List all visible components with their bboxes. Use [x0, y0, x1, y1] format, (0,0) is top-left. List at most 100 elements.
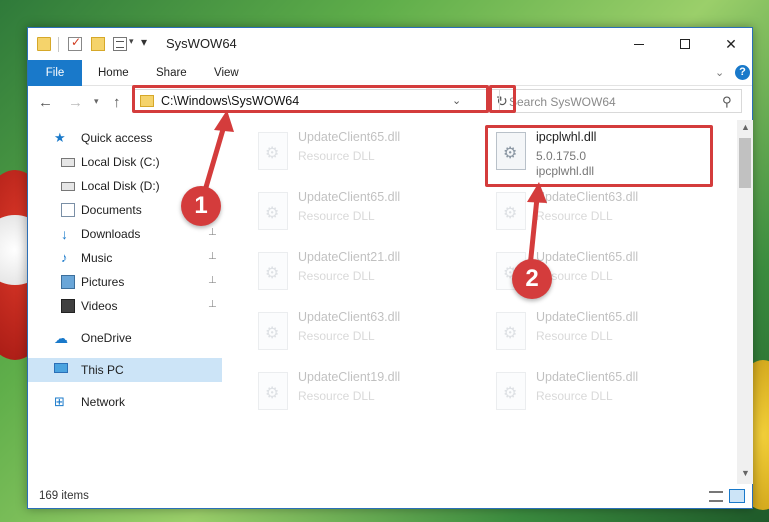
sidebar-item-label: Pictures	[81, 275, 125, 289]
expand-ribbon-icon[interactable]: ⌄	[715, 66, 724, 79]
dll-file-icon	[496, 372, 526, 410]
ribbon-tabs: File Home Share View ⌄ ?	[28, 60, 752, 86]
file-item[interactable]: UpdateClient63.dll Resource DLL	[488, 184, 708, 240]
forward-arrow-icon[interactable]: →	[68, 94, 83, 111]
file-name: UpdateClient63.dll	[536, 190, 639, 204]
properties-icon[interactable]	[113, 37, 127, 51]
file-explorer-window: ▾ ▾ SysWOW64 ✕ File Home Share View ⌄ ? …	[27, 27, 753, 509]
pictures-icon	[61, 275, 75, 289]
file-highlight-box	[485, 125, 713, 187]
sidebar-item-label: This PC	[81, 363, 124, 377]
file-item[interactable]: UpdateClient65.dll Resource DLL	[488, 304, 708, 360]
recent-locations-icon[interactable]: ▾	[94, 96, 99, 107]
file-item[interactable]: UpdateClient65.dll Resource DLL	[488, 364, 708, 420]
sidebar-item-label: OneDrive	[81, 331, 132, 345]
navigation-pane: ★ Quick access Local Disk (C:) Local Dis…	[28, 124, 222, 484]
step-2-callout: 2	[512, 259, 552, 299]
maximize-icon	[680, 39, 690, 49]
new-folder-icon[interactable]	[91, 37, 105, 51]
documents-icon	[61, 203, 75, 217]
file-item[interactable]: UpdateClient19.dll Resource DLL	[250, 364, 470, 420]
file-type: Resource DLL	[536, 389, 613, 403]
scroll-up-icon[interactable]: ▲	[741, 122, 750, 132]
folder-icon	[37, 37, 51, 51]
sidebar-item-quick-access[interactable]: ★ Quick access	[28, 126, 222, 150]
file-item[interactable]: UpdateClient21.dll Resource DLL	[250, 244, 470, 300]
sidebar-item-label: Music	[81, 251, 113, 265]
sidebar-item-onedrive[interactable]: ☁ OneDrive	[28, 326, 222, 350]
tab-share[interactable]: Share	[156, 60, 187, 86]
file-type: Resource DLL	[536, 329, 613, 343]
network-icon: ⊞	[54, 394, 65, 409]
sidebar-item-label: Local Disk (C:)	[81, 155, 160, 169]
tab-file[interactable]: File	[28, 60, 82, 86]
file-type: Resource DLL	[298, 269, 375, 283]
pin-icon[interactable]: ⊥	[208, 251, 217, 262]
toolbar-divider	[58, 37, 59, 52]
pin-icon[interactable]: ⊥	[208, 275, 217, 286]
vertical-scrollbar[interactable]: ▲ ▼	[737, 120, 753, 484]
this-pc-icon	[54, 363, 68, 373]
title-bar: ▾ ▾ SysWOW64 ✕	[28, 28, 752, 60]
sidebar-item-music[interactable]: ♪ Music ⊥	[28, 246, 222, 270]
sidebar-item-downloads[interactable]: ↓ Downloads ⊥	[28, 222, 222, 246]
address-highlight-box	[132, 85, 489, 113]
file-item[interactable]: UpdateClient63.dll Resource DLL	[250, 304, 470, 360]
up-arrow-icon[interactable]: ↑	[113, 94, 121, 111]
maximize-button[interactable]	[662, 28, 708, 60]
scroll-down-icon[interactable]: ▼	[741, 468, 750, 478]
details-view-icon[interactable]	[709, 491, 723, 502]
sidebar-item-pictures[interactable]: Pictures ⊥	[28, 270, 222, 294]
dll-file-icon	[496, 312, 526, 350]
dll-file-icon	[258, 132, 288, 170]
sidebar-item-videos[interactable]: Videos ⊥	[28, 294, 222, 318]
drive-icon	[61, 158, 75, 167]
file-item[interactable]: UpdateClient65.dll Resource DLL	[250, 124, 470, 180]
star-icon: ★	[54, 130, 66, 145]
properties-check-icon[interactable]	[68, 35, 82, 51]
dll-file-icon	[496, 192, 526, 230]
search-icon[interactable]: ⚲	[722, 94, 732, 110]
file-type: Resource DLL	[298, 149, 375, 163]
file-type: Resource DLL	[298, 209, 375, 223]
tab-home[interactable]: Home	[98, 60, 129, 86]
pin-icon[interactable]: ⊥	[208, 299, 217, 310]
onedrive-icon: ☁	[54, 330, 68, 346]
file-name: UpdateClient65.dll	[298, 130, 401, 144]
sidebar-item-label: Videos	[81, 299, 118, 313]
dll-file-icon	[258, 252, 288, 290]
music-icon: ♪	[61, 250, 68, 265]
file-name: UpdateClient65.dll	[536, 250, 639, 264]
sidebar-item-network[interactable]: ⊞ Network	[28, 390, 222, 414]
sidebar-item-this-pc[interactable]: This PC	[28, 358, 222, 382]
large-icons-view-icon[interactable]	[729, 489, 745, 503]
file-name: UpdateClient19.dll	[298, 370, 401, 384]
file-name: UpdateClient65.dll	[536, 310, 639, 324]
step-1-callout: 1	[181, 186, 221, 226]
sidebar-item-label: Network	[81, 395, 126, 409]
window-title: SysWOW64	[166, 36, 237, 51]
file-type: Resource DLL	[298, 329, 375, 343]
file-name: UpdateClient63.dll	[298, 310, 401, 324]
close-button[interactable]: ✕	[708, 28, 754, 60]
sidebar-item-local-disk-c[interactable]: Local Disk (C:)	[28, 150, 222, 174]
drive-icon	[61, 182, 75, 191]
back-arrow-icon[interactable]: ←	[38, 94, 53, 111]
file-item[interactable]: UpdateClient65.dll Resource DLL	[250, 184, 470, 240]
search-input[interactable]: Search SysWOW64 ⚲	[499, 89, 742, 113]
pin-icon[interactable]: ⊥	[208, 227, 217, 238]
search-placeholder: Search SysWOW64	[509, 95, 616, 109]
sidebar-item-label: Quick access	[81, 131, 153, 145]
customize-toolbar-icon[interactable]: ▾	[141, 35, 147, 49]
item-count: 169 items	[39, 490, 89, 502]
sidebar-item-label: Documents	[81, 203, 142, 217]
file-type: Resource DLL	[298, 389, 375, 403]
scroll-thumb[interactable]	[739, 138, 751, 188]
file-type: Resource DLL	[536, 209, 613, 223]
file-name: UpdateClient21.dll	[298, 250, 401, 264]
file-name: UpdateClient65.dll	[536, 370, 639, 384]
minimize-button[interactable]	[616, 28, 662, 60]
help-icon[interactable]: ?	[735, 65, 750, 80]
tab-view[interactable]: View	[214, 60, 239, 86]
quick-access-dropdown-icon[interactable]: ▾	[129, 36, 134, 47]
